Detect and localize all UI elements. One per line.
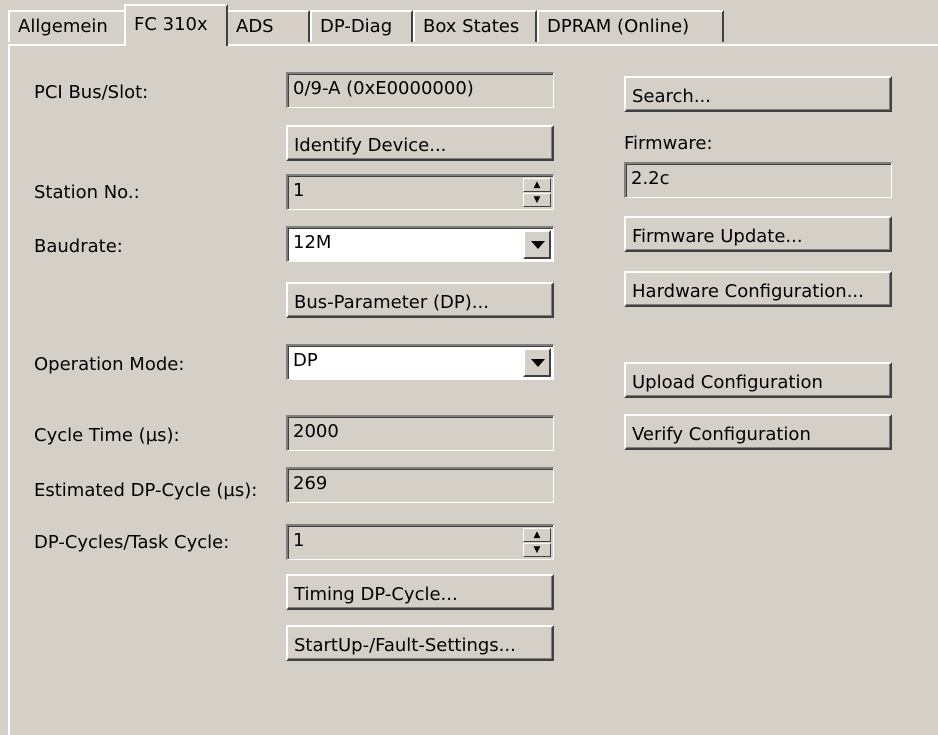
tab-dp-diag[interactable]: DP-Diag [310, 10, 413, 42]
spin-down-icon[interactable]: ▼ [523, 543, 551, 557]
baudrate-value: 12M [293, 232, 332, 253]
cycle-time-label: Cycle Time (µs): [34, 425, 180, 446]
tab-label: DP-Diag [320, 16, 393, 37]
tab-ads[interactable]: ADS [226, 10, 310, 42]
firmware-label: Firmware: [624, 133, 713, 154]
station-no-spinner[interactable]: ▲ ▼ [523, 178, 551, 207]
operation-mode-select[interactable]: DP [286, 344, 554, 380]
tab-label: ADS [236, 16, 274, 37]
baudrate-select[interactable]: 12M [286, 226, 554, 262]
baudrate-dropdown-button[interactable] [523, 230, 551, 259]
chevron-down-icon [531, 241, 545, 249]
estimated-dp-cycle-field: 269 [286, 467, 554, 503]
cycle-time-field: 2000 [286, 415, 554, 451]
tab-label: DPRAM (Online) [547, 16, 690, 37]
tab-dpram-online[interactable]: DPRAM (Online) [537, 10, 724, 42]
chevron-down-icon [531, 359, 545, 367]
dp-cycles-spinner[interactable]: ▲ ▼ [523, 528, 551, 557]
tab-allgemein[interactable]: Allgemein [8, 10, 126, 42]
verify-configuration-button[interactable]: Verify Configuration [624, 414, 892, 450]
identify-device-button[interactable]: Identify Device... [286, 125, 554, 161]
dp-cycles-value: 1 [293, 530, 305, 551]
tab-strip: Allgemein FC 310x ADS DP-Diag Box States… [0, 0, 938, 46]
hardware-configuration-button[interactable]: Hardware Configuration... [624, 271, 892, 307]
firmware-field: 2.2c [624, 162, 892, 198]
firmware-update-button[interactable]: Firmware Update... [624, 216, 892, 252]
spin-down-icon[interactable]: ▼ [523, 193, 551, 207]
tab-box-states[interactable]: Box States [413, 10, 537, 42]
baudrate-label: Baudrate: [34, 236, 123, 257]
pci-bus-slot-label: PCI Bus/Slot: [34, 82, 149, 103]
dp-cycles-task-cycle-stepper[interactable]: 1 ▲ ▼ [286, 524, 554, 560]
tab-fc310x[interactable]: FC 310x [124, 4, 228, 46]
startup-fault-settings-button[interactable]: StartUp-/Fault-Settings... [286, 625, 554, 661]
station-no-stepper[interactable]: 1 ▲ ▼ [286, 174, 554, 210]
estimated-dp-cycle-label: Estimated DP-Cycle (µs): [34, 480, 258, 501]
spin-up-icon[interactable]: ▲ [523, 528, 551, 542]
station-no-value: 1 [293, 180, 305, 201]
timing-dp-cycle-button[interactable]: Timing DP-Cycle... [286, 574, 554, 610]
station-no-label: Station No.: [34, 182, 140, 203]
tab-label: Allgemein [18, 16, 108, 37]
search-button[interactable]: Search... [624, 76, 892, 112]
tab-label: Box States [423, 16, 520, 37]
tab-label: FC 310x [134, 14, 208, 35]
operation-mode-label: Operation Mode: [34, 354, 185, 375]
spin-up-icon[interactable]: ▲ [523, 178, 551, 192]
upload-configuration-button[interactable]: Upload Configuration [624, 362, 892, 398]
dp-cycles-task-cycle-label: DP-Cycles/Task Cycle: [34, 532, 230, 553]
pci-bus-slot-field: 0/9-A (0xE0000000) [286, 72, 554, 108]
operation-mode-value: DP [293, 350, 318, 371]
operation-mode-dropdown-button[interactable] [523, 348, 551, 377]
bus-parameter-button[interactable]: Bus-Parameter (DP)... [286, 282, 554, 318]
